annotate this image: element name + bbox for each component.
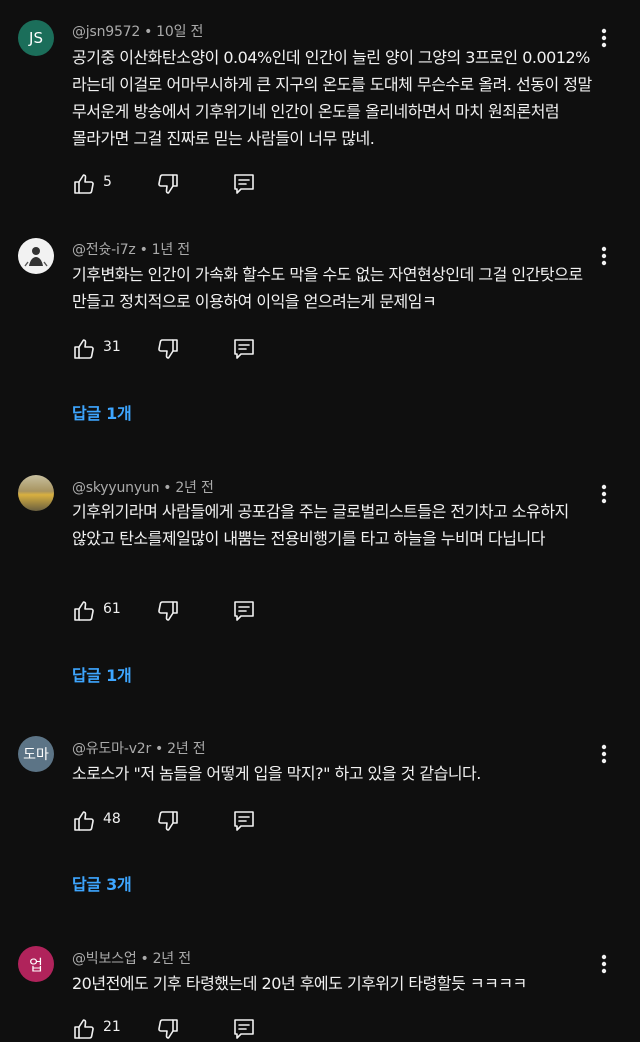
- like-count: 21: [103, 1019, 121, 1035]
- thumbs-up-icon: [74, 174, 94, 194]
- thumbs-up-icon: [74, 339, 94, 359]
- meta-separator: •: [163, 480, 172, 496]
- comment-reply-icon: [234, 174, 254, 194]
- dislike-button[interactable]: [156, 171, 182, 197]
- comment-text: 소로스가 "저 놈들을 어떻게 입을 막지?" 하고 있을 것 같습니다.: [72, 764, 481, 783]
- dislike-button[interactable]: [156, 808, 182, 834]
- view-replies-link[interactable]: 답글 1개: [72, 662, 132, 686]
- like-count: 31: [103, 339, 121, 355]
- like-button[interactable]: 5: [72, 171, 142, 197]
- comment-actions: 61: [72, 598, 272, 624]
- comment-meta: @빅보스업 • 2년 전: [72, 948, 191, 968]
- like-button[interactable]: 21: [72, 1016, 142, 1042]
- thumbs-down-icon: [158, 811, 178, 831]
- thumbs-down-icon: [158, 601, 178, 621]
- comment-reply-icon: [234, 1019, 254, 1039]
- comment-text: 공기중 이산화탄소양이 0.04%인데 인간이 늘린 양이 그양의 3프로인 0…: [72, 48, 592, 148]
- comment-time[interactable]: 2년 전: [153, 951, 192, 967]
- comment-time[interactable]: 10일 전: [156, 24, 203, 40]
- reply-button[interactable]: [232, 1016, 258, 1042]
- reply-button[interactable]: [232, 598, 258, 624]
- thumbs-up-icon: [74, 1019, 94, 1039]
- comment-time[interactable]: 1년 전: [152, 242, 191, 258]
- like-button[interactable]: 61: [72, 598, 142, 624]
- avatar-person-icon: [24, 247, 48, 267]
- comment-text: 20년전에도 기후 타령했는데 20년 후에도 기후위기 타령할듯 ㅋㅋㅋㅋ: [72, 974, 527, 993]
- comment-meta: @전슛-i7z • 1년 전: [72, 239, 190, 259]
- avatar[interactable]: 업: [18, 946, 54, 982]
- avatar[interactable]: JS: [18, 20, 54, 56]
- view-replies-link[interactable]: 답글 1개: [72, 400, 132, 424]
- comment-actions: 48: [72, 808, 272, 834]
- comment-reply-icon: [234, 811, 254, 831]
- avatar[interactable]: [18, 475, 54, 511]
- thumbs-down-icon: [158, 339, 178, 359]
- like-button[interactable]: 31: [72, 336, 142, 362]
- meta-separator: •: [140, 951, 149, 967]
- reply-button[interactable]: [232, 808, 258, 834]
- meta-separator: •: [155, 741, 164, 757]
- view-replies-link[interactable]: 답글 3개: [72, 871, 132, 895]
- thumbs-up-icon: [74, 811, 94, 831]
- like-count: 61: [103, 601, 121, 617]
- comment-meta: @jsn9572 • 10일 전: [72, 21, 203, 41]
- comment-author[interactable]: @skyyunyun: [72, 480, 159, 496]
- avatar[interactable]: 도마: [18, 736, 54, 772]
- dislike-button[interactable]: [156, 598, 182, 624]
- like-count: 5: [103, 174, 112, 190]
- comment-reply-icon: [234, 601, 254, 621]
- comment-actions: 21: [72, 1016, 272, 1042]
- avatar-initials: 업: [29, 955, 43, 974]
- thumbs-down-icon: [158, 174, 178, 194]
- comment-author[interactable]: @유도마-v2r: [72, 741, 151, 757]
- thumbs-down-icon: [158, 1019, 178, 1039]
- meta-separator: •: [139, 242, 148, 258]
- reply-button[interactable]: [232, 336, 258, 362]
- meta-separator: •: [144, 24, 153, 40]
- reply-button[interactable]: [232, 171, 258, 197]
- avatar-initials: JS: [29, 29, 43, 47]
- avatar-initials: 도마: [23, 747, 49, 763]
- comment-time[interactable]: 2년 전: [175, 480, 214, 496]
- dislike-button[interactable]: [156, 1016, 182, 1042]
- avatar[interactable]: [18, 238, 54, 274]
- comment-meta: @유도마-v2r • 2년 전: [72, 738, 206, 758]
- dislike-button[interactable]: [156, 336, 182, 362]
- comment-meta: @skyyunyun • 2년 전: [72, 477, 214, 497]
- thumbs-up-icon: [74, 601, 94, 621]
- like-button[interactable]: 48: [72, 808, 142, 834]
- comment-text: 기후위기라며 사람들에게 공포감을 주는 글로벌리스트들은 전기차고 소유하지 …: [72, 502, 569, 548]
- comment-reply-icon: [234, 339, 254, 359]
- comment-author[interactable]: @전슛-i7z: [72, 242, 136, 258]
- comment-author[interactable]: @jsn9572: [72, 24, 140, 40]
- comment-text: 기후변화는 인간이 가속화 할수도 막을 수도 없는 자연현상인데 그걸 인간탓…: [72, 265, 583, 311]
- comment-actions: 31: [72, 336, 272, 362]
- comment-actions: 5: [72, 171, 272, 197]
- like-count: 48: [103, 811, 121, 827]
- comment-author[interactable]: @빅보스업: [72, 951, 137, 967]
- comment-time[interactable]: 2년 전: [167, 741, 206, 757]
